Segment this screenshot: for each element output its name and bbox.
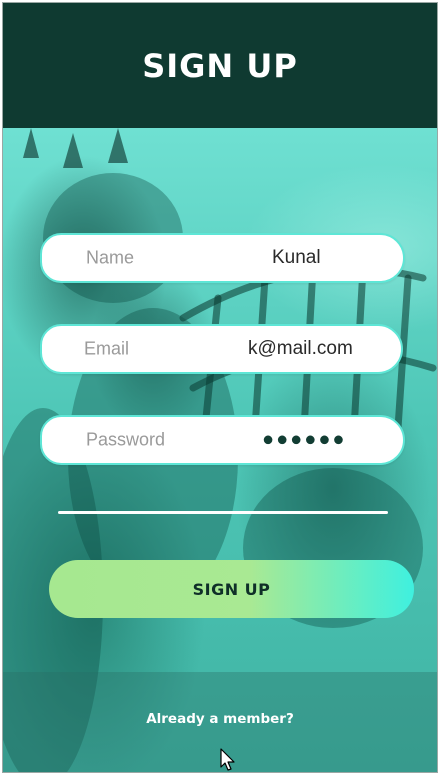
name-value: Kunal	[272, 247, 321, 268]
page-title: SIGN UP	[142, 46, 298, 85]
app-window: SIGN UP Name Kunal Email k@mail.com Pass…	[2, 2, 438, 773]
signup-button[interactable]: SIGN UP	[49, 560, 414, 618]
mouse-cursor-icon	[220, 748, 235, 771]
name-field[interactable]: Name Kunal	[40, 233, 405, 283]
already-member-link[interactable]: Already a member?	[3, 711, 437, 727]
password-field[interactable]: Password ●●●●●●	[40, 415, 405, 465]
form-divider	[58, 511, 388, 514]
email-field[interactable]: Email k@mail.com	[40, 324, 403, 374]
email-placeholder: Email	[84, 338, 130, 359]
password-placeholder: Password	[86, 429, 166, 450]
page-header: SIGN UP	[3, 3, 437, 128]
password-value: ●●●●●●	[262, 428, 347, 451]
email-value: k@mail.com	[248, 338, 353, 359]
name-placeholder: Name	[86, 247, 135, 268]
